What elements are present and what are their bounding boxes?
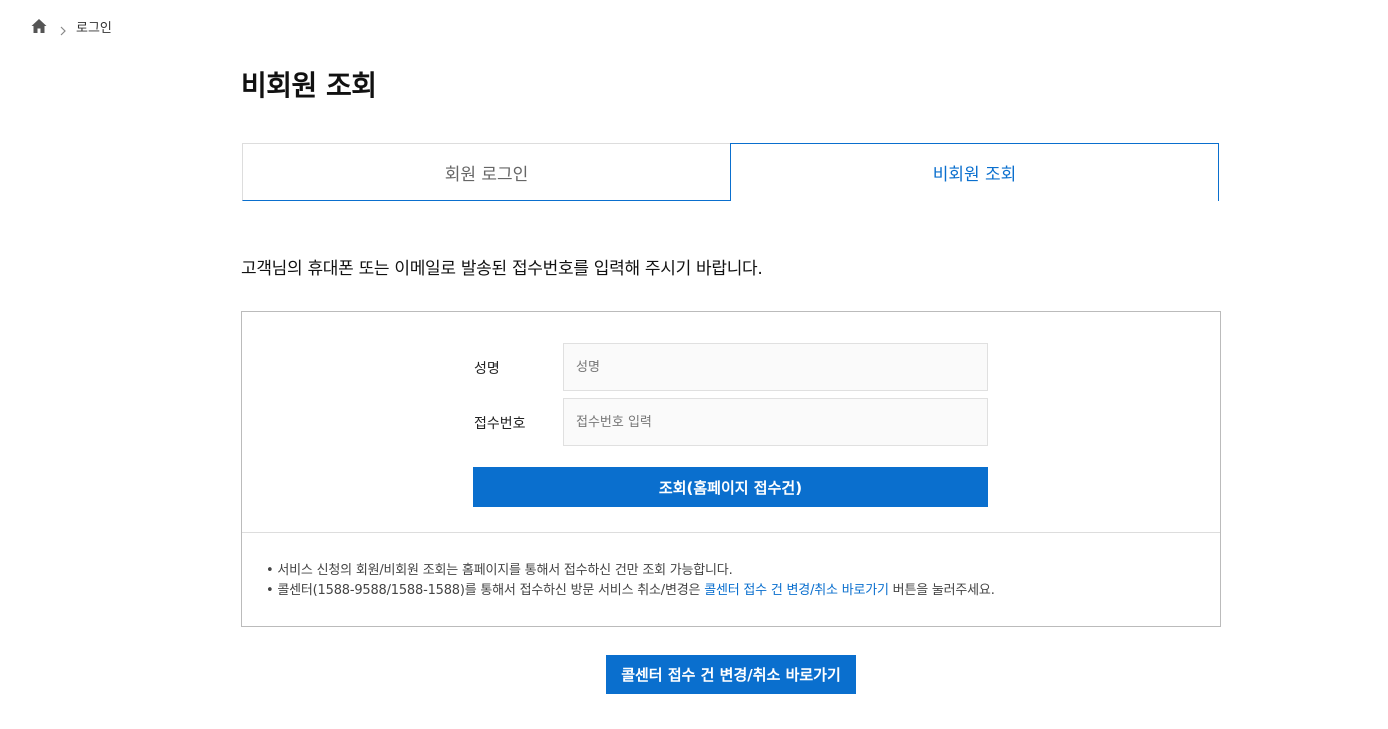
name-input[interactable] <box>563 343 988 391</box>
tab-guest-lookup[interactable]: 비회원 조회 <box>730 143 1219 201</box>
tab-member-login[interactable]: 회원 로그인 <box>242 143 730 201</box>
login-tabs: 회원 로그인 비회원 조회 <box>242 143 1219 201</box>
callcenter-change-button[interactable]: 콜센터 접수 건 변경/취소 바로가기 <box>606 655 856 694</box>
breadcrumb: 로그인 <box>30 16 112 36</box>
home-icon[interactable] <box>30 17 48 35</box>
receipt-number-label: 접수번호 <box>474 416 526 432</box>
notice-item: • 서비스 신청의 회원/비회원 조회는 홈페이지를 통해서 접수하신 건만 조… <box>266 563 733 578</box>
search-button[interactable]: 조회(홈페이지 접수건) <box>473 467 988 507</box>
name-label: 성명 <box>474 361 500 377</box>
notice-text: • 콜센터(1588-9588/1588-1588)를 통해서 접수하신 방문 … <box>266 583 705 598</box>
guest-lookup-form: 성명 접수번호 조회(홈페이지 접수건) • 서비스 신청의 회원/비회원 조회… <box>241 311 1221 627</box>
breadcrumb-current[interactable]: 로그인 <box>76 17 112 36</box>
intro-text: 고객님의 휴대폰 또는 이메일로 발송된 접수번호를 입력해 주시기 바랍니다. <box>241 259 763 279</box>
form-fields-area: 성명 접수번호 조회(홈페이지 접수건) <box>242 312 1220 533</box>
page-title: 비회원 조회 <box>241 69 377 102</box>
notice-list: • 서비스 신청의 회원/비회원 조회는 홈페이지를 통해서 접수하신 건만 조… <box>266 561 995 601</box>
callcenter-change-link[interactable]: 콜센터 접수 건 변경/취소 바로가기 <box>704 583 889 598</box>
chevron-right-icon <box>58 21 68 36</box>
notice-text: 버튼을 눌러주세요. <box>888 583 995 598</box>
receipt-number-input[interactable] <box>563 398 988 446</box>
notice-item: • 콜센터(1588-9588/1588-1588)를 통해서 접수하신 방문 … <box>266 581 995 601</box>
